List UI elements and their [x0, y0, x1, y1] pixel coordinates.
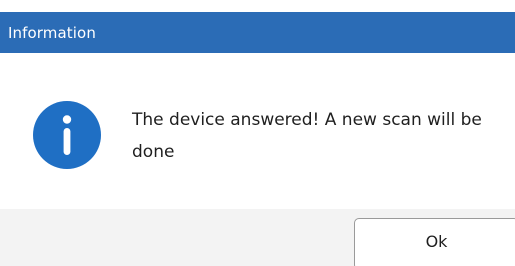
title-bar: Information: [0, 12, 515, 53]
ok-button[interactable]: Ok: [354, 218, 515, 266]
dialog-title: Information: [8, 23, 96, 42]
dialog-message: The device answered! A new scan will be …: [132, 110, 482, 162]
info-icon: [33, 101, 101, 169]
information-dialog: Information The device answered! A new s…: [0, 0, 515, 266]
